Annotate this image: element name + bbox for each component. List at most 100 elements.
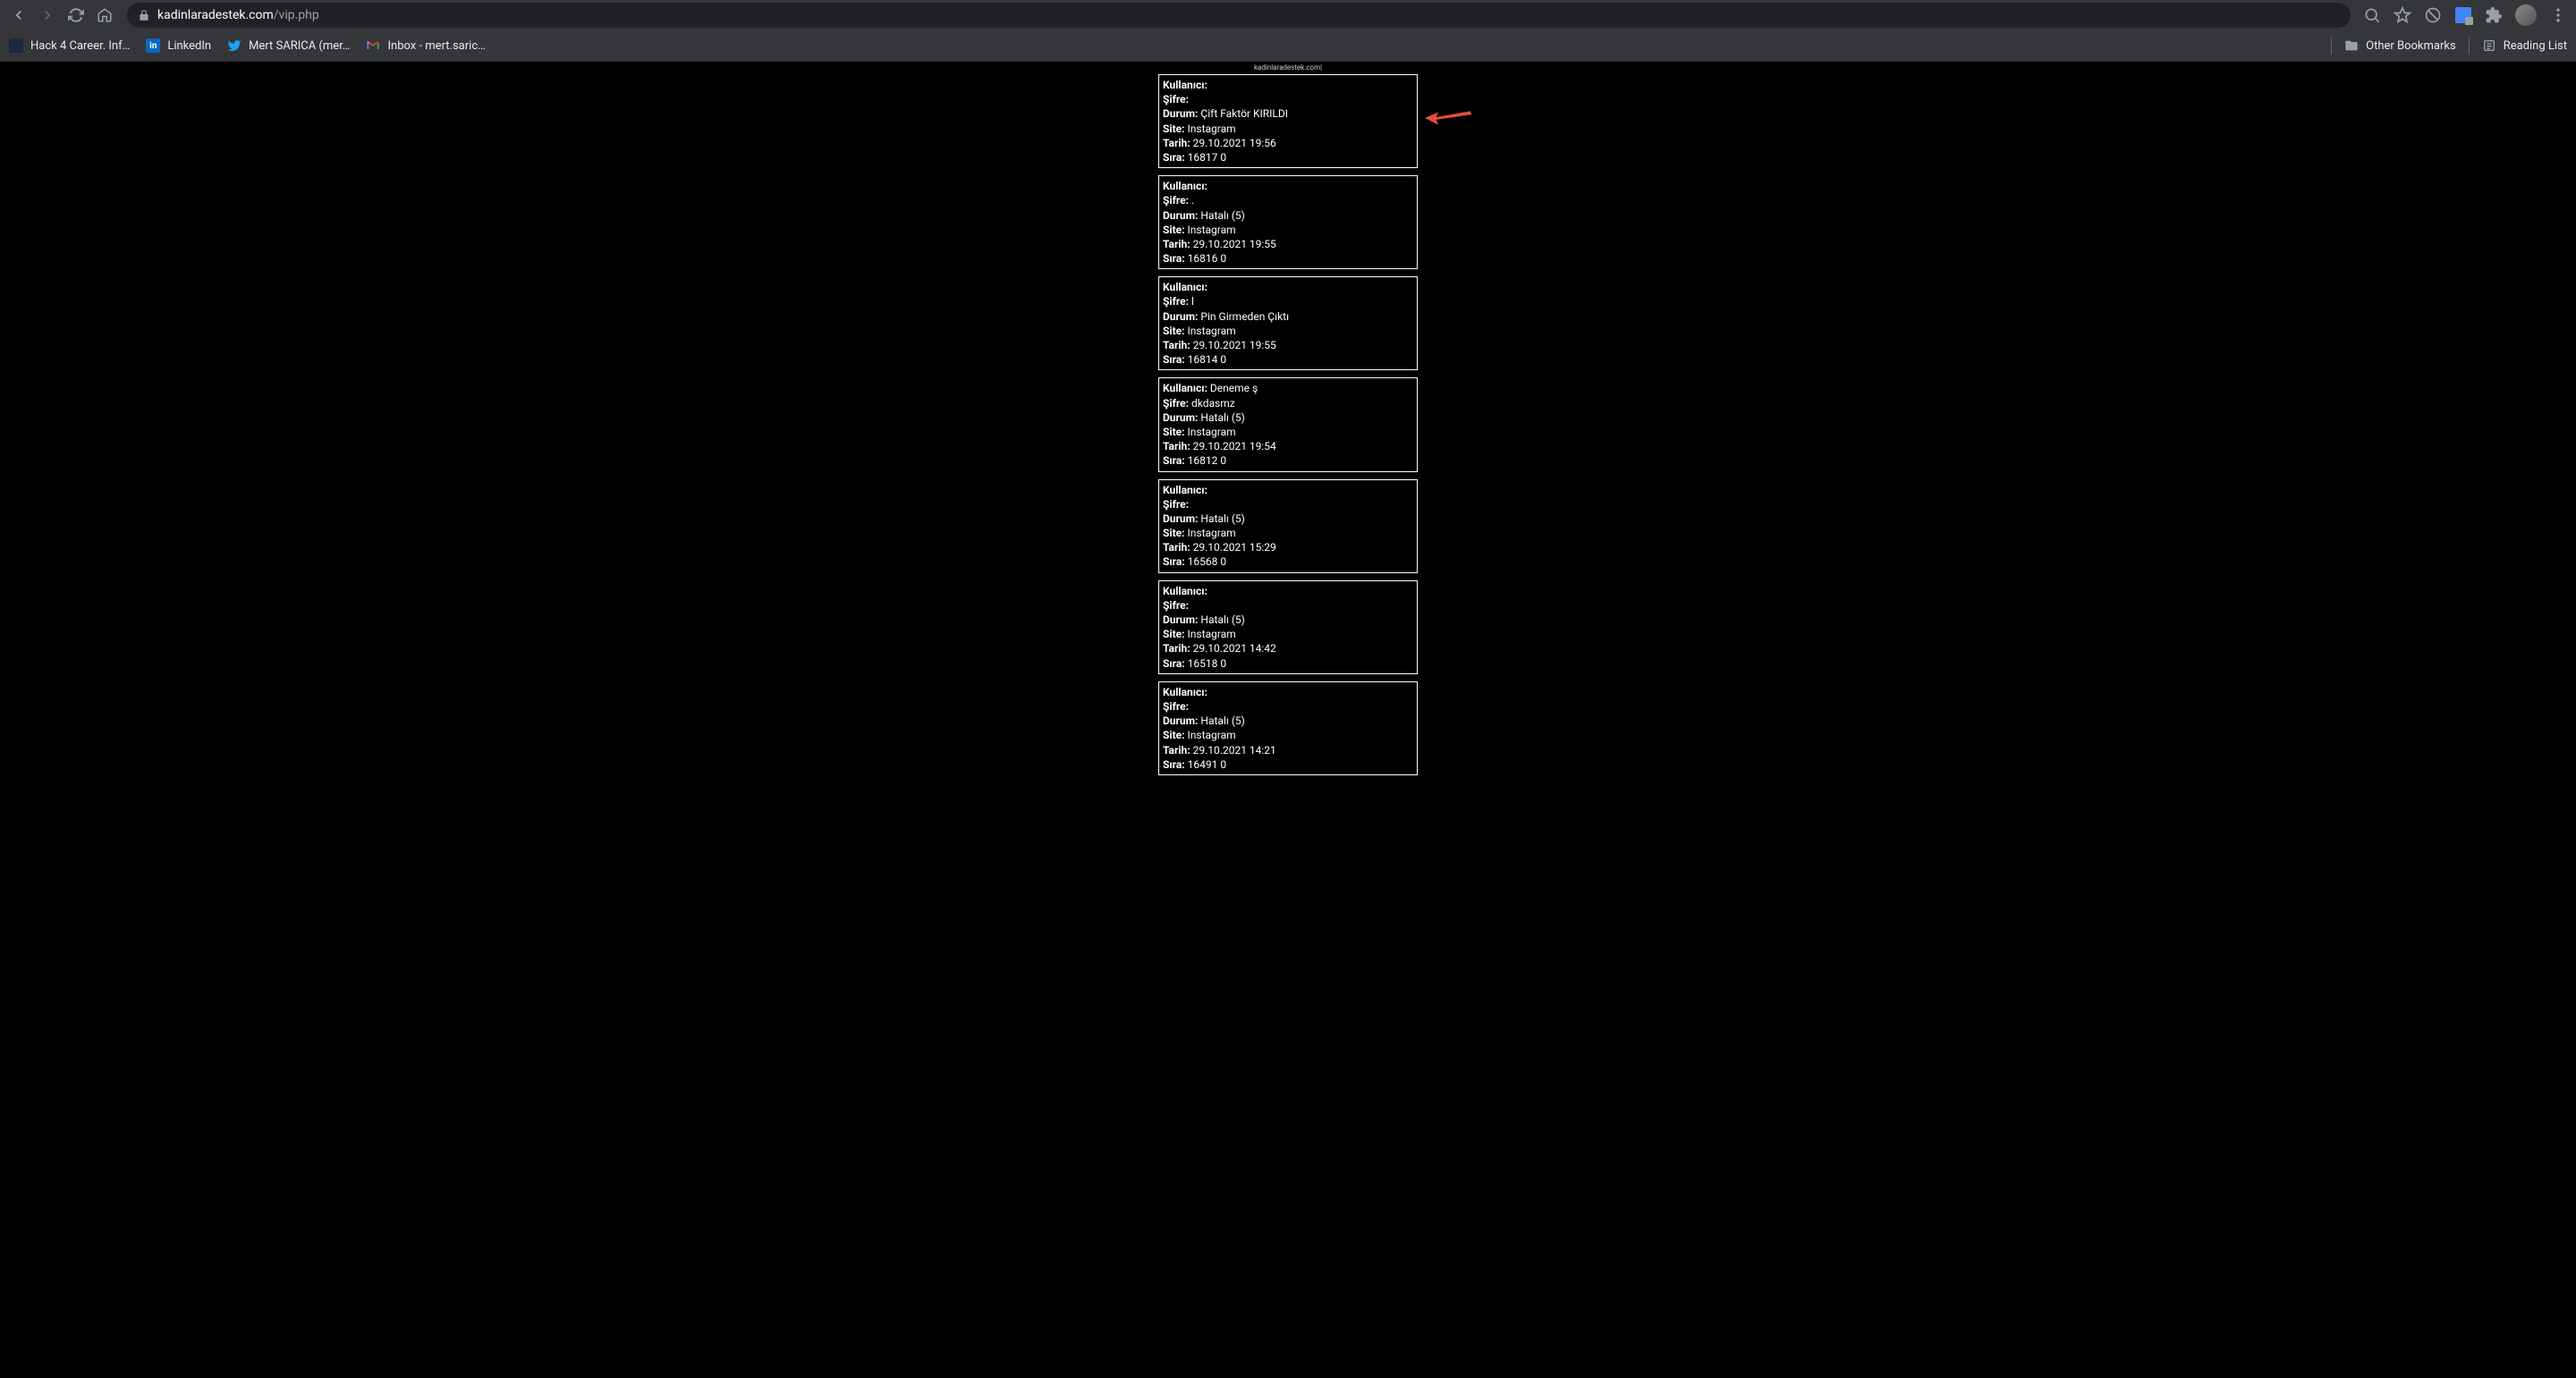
field-label: Sıra: [1163, 554, 1185, 569]
nav-icons [9, 5, 114, 25]
redacted-block [1210, 586, 1273, 596]
record-card: Kullanıcı:Şifre:Durum:Çift Faktör KIRILD… [1158, 74, 1418, 168]
record-line-durum: Durum:Hatalı (5) [1163, 613, 1413, 627]
field-label: Durum: [1163, 714, 1198, 728]
field-label: Tarih: [1163, 641, 1191, 655]
record-line-sira: Sıra:16518 0 [1163, 656, 1413, 671]
record-line-sifre: Şifre: [1163, 699, 1413, 714]
record-line-sifre: Şifre:l [1163, 294, 1413, 309]
browser-chrome: kadinlaradestek.com/vip.php [0, 0, 2576, 62]
record-line-sifre: Şifre:. [1163, 193, 1413, 207]
reading-list-icon [2482, 38, 2496, 53]
bookmark-hack4career[interactable]: Hack 4 Career. Inf… [9, 38, 130, 53]
star-icon[interactable] [2394, 6, 2411, 24]
record-line-site: Site:Instagram [1163, 122, 1413, 136]
field-label: Durum: [1163, 410, 1198, 425]
field-value: 16568 0 [1188, 554, 1226, 569]
toolbar-right-icons [2363, 4, 2567, 26]
field-value: 29.10.2021 19:54 [1193, 439, 1276, 453]
record-line-sira: Sıra:16816 0 [1163, 251, 1413, 266]
field-label: Tarih: [1163, 743, 1191, 757]
field-value: 16491 0 [1188, 757, 1226, 772]
record-line-tarih: Tarih:29.10.2021 19:55 [1163, 338, 1413, 352]
record-line-kullanici: Kullanıcı: [1163, 78, 1413, 92]
record-line-site: Site:Instagram [1163, 425, 1413, 439]
record-line-sifre: Şifre: [1163, 598, 1413, 613]
record-line-kullanici: Kullanıcı: [1163, 685, 1413, 699]
field-label: Site: [1163, 324, 1185, 338]
reading-list-button[interactable]: Reading List [2482, 38, 2567, 53]
annotation-arrow [1423, 104, 1475, 134]
block-icon[interactable] [2424, 6, 2442, 24]
redacted-block [1197, 297, 1250, 308]
bookmark-label: Mert SARICA (mer… [249, 39, 350, 53]
folder-icon [2344, 38, 2359, 53]
folder-icon [9, 38, 23, 53]
field-label: Durum: [1163, 613, 1198, 627]
lock-icon [138, 9, 150, 21]
reload-button[interactable] [66, 5, 86, 25]
record-line-durum: Durum:Hatalı (5) [1163, 208, 1413, 223]
field-label: Kullanıcı: [1163, 584, 1208, 598]
field-label: Tarih: [1163, 237, 1191, 251]
gmail-icon [366, 38, 380, 53]
bookmark-linkedin[interactable]: in LinkedIn [146, 38, 211, 53]
records-container: Kullanıcı:Şifre:Durum:Çift Faktör KIRILD… [1158, 74, 1418, 782]
field-value: Deneme ş [1210, 381, 1258, 395]
bookmark-gmail[interactable]: Inbox - mert.saric… [366, 38, 485, 53]
record-line-tarih: Tarih:29.10.2021 19:54 [1163, 439, 1413, 453]
field-value: Hatalı (5) [1200, 410, 1244, 425]
bookmarks-bar: Hack 4 Career. Inf… in LinkedIn Mert SAR… [0, 30, 2576, 61]
record-line-kullanici: Kullanıcı: [1163, 483, 1413, 497]
record-line-durum: Durum:Hatalı (5) [1163, 511, 1413, 526]
record-line-durum: Durum:Hatalı (5) [1163, 410, 1413, 425]
translate-icon[interactable] [2454, 6, 2472, 24]
field-value: 29.10.2021 19:55 [1193, 237, 1276, 251]
field-value: 16814 0 [1188, 352, 1226, 367]
record-line-sira: Sıra:16814 0 [1163, 352, 1413, 367]
avatar[interactable] [2515, 4, 2537, 26]
field-label: Sıra: [1163, 757, 1185, 772]
redacted-block [1210, 80, 1273, 90]
back-button[interactable] [9, 5, 29, 25]
field-label: Tarih: [1163, 540, 1191, 554]
field-label: Kullanıcı: [1163, 685, 1208, 699]
field-label: Kullanıcı: [1163, 78, 1208, 92]
redacted-block [1191, 701, 1245, 712]
field-label: Site: [1163, 526, 1185, 540]
linkedin-icon: in [146, 38, 160, 53]
record-line-kullanici: Kullanıcı: [1163, 280, 1413, 294]
url-path: /vip.php [274, 8, 319, 22]
url-text: kadinlaradestek.com/vip.php [157, 8, 2340, 22]
other-bookmarks-label: Other Bookmarks [2366, 39, 2456, 53]
record-card: Kullanıcı:Şifre:.Durum:Hatalı (5)Site:In… [1158, 175, 1418, 269]
record-line-sifre: Şifre: [1163, 92, 1413, 106]
search-icon[interactable] [2363, 6, 2381, 24]
field-value: 29.10.2021 15:29 [1193, 540, 1276, 554]
record-line-tarih: Tarih:29.10.2021 15:29 [1163, 540, 1413, 554]
record-line-tarih: Tarih:29.10.2021 19:55 [1163, 237, 1413, 251]
record-line-site: Site:Instagram [1163, 526, 1413, 540]
field-label: Durum: [1163, 106, 1198, 121]
field-value: 29.10.2021 14:21 [1193, 743, 1276, 757]
field-label: Tarih: [1163, 136, 1191, 150]
other-bookmarks-button[interactable]: Other Bookmarks [2344, 38, 2456, 53]
record-card: Kullanıcı:Şifre:Durum:Hatalı (5)Site:Ins… [1158, 681, 1418, 775]
field-value: Hatalı (5) [1200, 714, 1244, 728]
address-bar[interactable]: kadinlaradestek.com/vip.php [127, 3, 2351, 28]
field-value: Instagram [1188, 728, 1236, 742]
record-line-site: Site:Instagram [1163, 223, 1413, 237]
extensions-icon[interactable] [2485, 6, 2503, 24]
field-label: Tarih: [1163, 338, 1191, 352]
record-line-sira: Sıra:16491 0 [1163, 757, 1413, 772]
menu-icon[interactable] [2549, 6, 2567, 24]
redacted-block [1210, 485, 1273, 495]
home-button[interactable] [95, 5, 114, 25]
bookmark-label: Inbox - mert.saric… [387, 39, 485, 53]
record-line-sifre: Şifre:dkdasmz [1163, 396, 1413, 410]
field-label: Sıra: [1163, 352, 1185, 367]
field-value: Pin Girmeden Çıktı [1200, 309, 1289, 324]
forward-button[interactable] [38, 5, 57, 25]
record-card: Kullanıcı:Şifre:Durum:Hatalı (5)Site:Ins… [1158, 580, 1418, 674]
bookmark-twitter[interactable]: Mert SARICA (mer… [227, 38, 350, 53]
